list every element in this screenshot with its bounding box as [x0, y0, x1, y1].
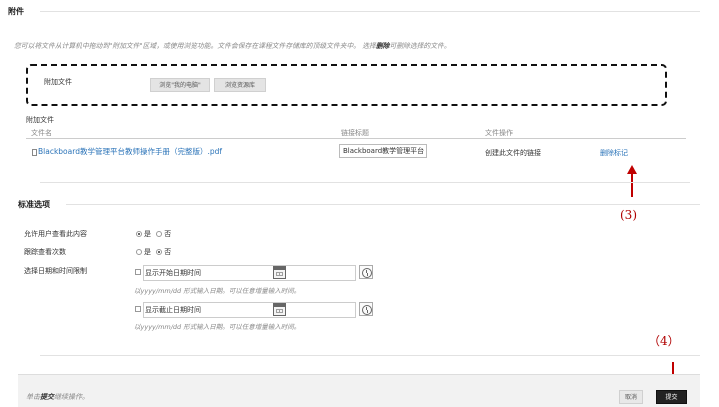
- attached-file-row[interactable]: Blackboard教学管理平台教师操作手册（完整版）.pdf: [32, 146, 222, 157]
- column-link-title: 链接标题: [341, 129, 369, 137]
- standard-options-title: 标准选项: [18, 200, 50, 209]
- attached-table-header-line: [26, 138, 686, 139]
- footer-instructions: 单击提交继续操作。: [26, 393, 89, 401]
- attached-files-heading: 附加文件: [26, 116, 54, 124]
- permit-view-label: 允许用户查看此内容: [24, 230, 87, 238]
- calendar-icon[interactable]: [273, 303, 286, 316]
- attachments-instructions: 您可以将文件从计算机中拖动到"附加文件"区域，或使用浏览功能。文件会保存在课程文…: [14, 42, 451, 50]
- date-restrictions-label: 选择日期和时间限制: [24, 267, 87, 275]
- annotation-step-4: （4）: [648, 334, 680, 348]
- column-file-action: 文件操作: [485, 129, 513, 137]
- attached-file-name[interactable]: Blackboard教学管理平台教师操作手册（完整版）.pdf: [38, 147, 222, 156]
- annotation-arrow-shaft: [631, 173, 633, 197]
- clock-icon[interactable]: [359, 265, 373, 279]
- attachments-section-title: 附件: [8, 7, 24, 16]
- column-file-name: 文件名: [31, 129, 52, 137]
- attachments-bottom-divider: [40, 182, 690, 183]
- display-until-checkbox[interactable]: [135, 306, 141, 312]
- display-after-hint: 以yyyy/mm/dd 形式输入日期。可以任意增量输入时间。: [134, 287, 301, 295]
- display-until-date-input[interactable]: [143, 302, 356, 318]
- file-action-select[interactable]: 创建此文件的链接: [485, 148, 541, 158]
- annotation-step-3: (3): [620, 208, 637, 222]
- display-until-hint: 以yyyy/mm/dd 形式输入日期。可以任意增量输入时间。: [134, 323, 301, 331]
- attach-file-label: 附加文件: [44, 78, 72, 86]
- track-views-options: 是 否: [136, 247, 171, 257]
- remove-attachment-link[interactable]: 删除标记: [600, 148, 628, 158]
- submit-button[interactable]: 提交: [656, 390, 687, 404]
- submit-footer-bar: [18, 374, 700, 407]
- browse-my-computer-button[interactable]: 浏览"我的电脑": [150, 78, 210, 92]
- link-title-input[interactable]: Blackboard教学管理平台: [339, 144, 427, 158]
- permit-view-yes-radio[interactable]: [136, 231, 142, 237]
- permit-view-no-radio[interactable]: [156, 231, 163, 237]
- attachments-divider: [40, 11, 700, 12]
- permit-view-options: 是 否: [136, 229, 171, 239]
- browse-repository-button[interactable]: 浏览资源库: [214, 78, 266, 92]
- track-views-label: 跟踪查看次数: [24, 248, 66, 256]
- track-views-no-radio[interactable]: [156, 249, 163, 255]
- display-after-date-input[interactable]: [143, 265, 356, 281]
- cancel-button[interactable]: 取消: [619, 390, 643, 404]
- calendar-icon[interactable]: [273, 266, 286, 279]
- track-views-yes-radio[interactable]: [136, 249, 142, 255]
- standard-options-bottom-divider: [40, 355, 700, 356]
- attach-drop-zone[interactable]: [26, 64, 667, 106]
- display-after-checkbox[interactable]: [135, 269, 141, 275]
- clock-icon[interactable]: [359, 302, 373, 316]
- standard-options-divider: [66, 204, 700, 205]
- file-icon: [32, 148, 37, 156]
